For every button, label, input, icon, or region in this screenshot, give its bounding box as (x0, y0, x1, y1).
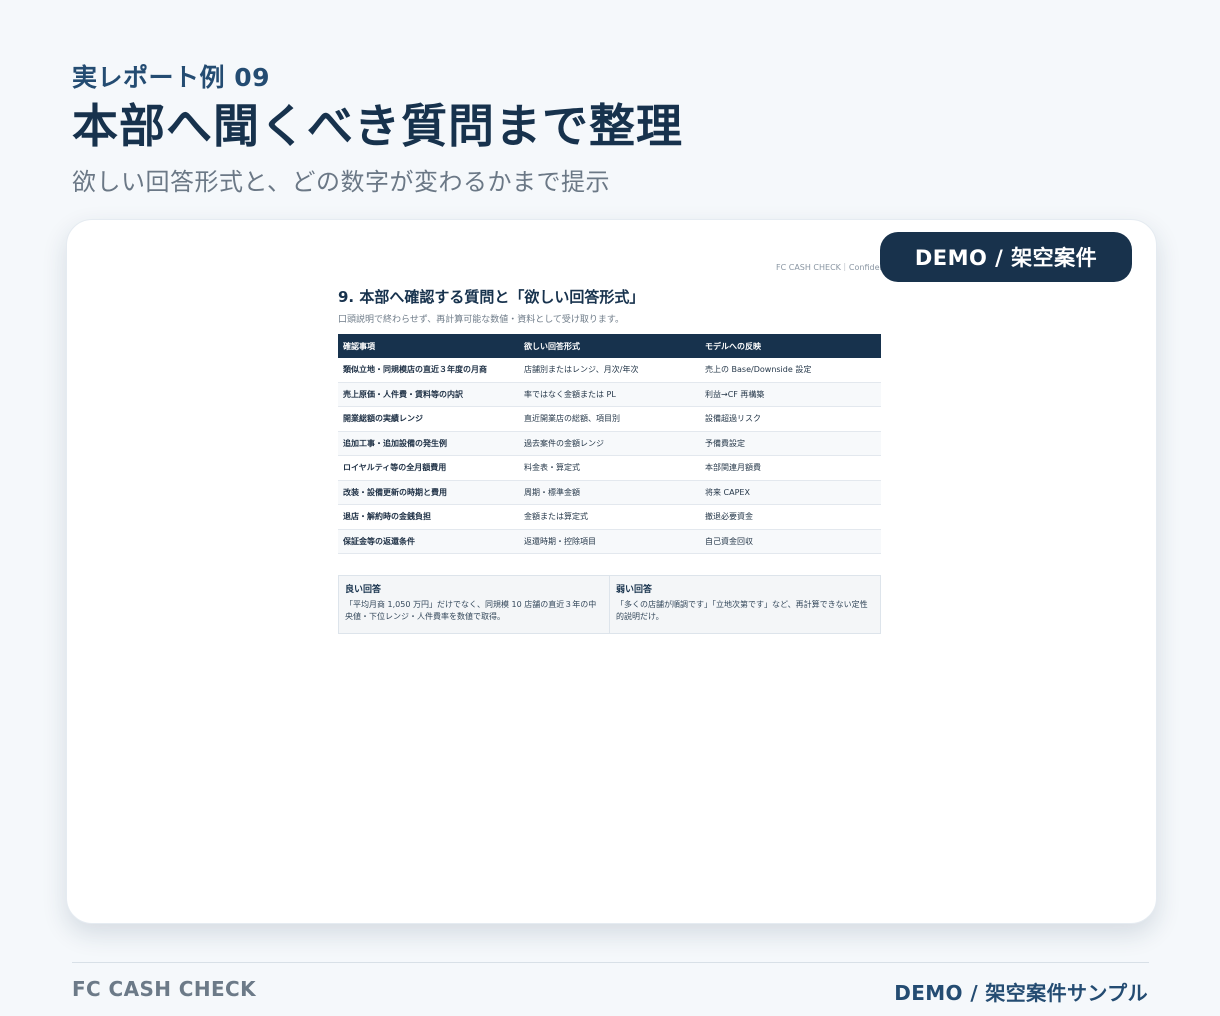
answer-format: 店舗別またはレンジ、月次/年次 (519, 358, 700, 383)
table-row: 退店・解約時の金銭負担 金額または算定式 撤退必要資金 (338, 504, 881, 530)
question-item: 開業総額の実績レンジ (338, 406, 519, 432)
model-reflection: 本部関連月額費 (700, 455, 881, 481)
question-item: ロイヤルティ等の全月額費用 (338, 455, 519, 481)
model-reflection: 撤退必要資金 (700, 504, 881, 530)
page-title: 本部へ聞くべき質問まで整理 (72, 99, 683, 153)
question-item: 追加工事・追加設備の発生例 (338, 431, 519, 456)
answer-format: 金額または算定式 (519, 504, 700, 530)
weak-answer-text: 「多くの店舗が順調です」「立地次第です」など、再計算できない定性的説明だけ。 (616, 600, 868, 622)
table-row: 類似立地・同規模店の直近３年度の月商 店舗別またはレンジ、月次/年次 売上の B… (338, 358, 881, 383)
column-header-reflection: モデルへの反映 (700, 334, 881, 358)
model-reflection: 自己資金回収 (700, 529, 881, 554)
answer-format: 返還時期・控除項目 (519, 529, 700, 554)
table-row: ロイヤルティ等の全月額費用 料金表・算定式 本部関連月額費 (338, 455, 881, 481)
footer-brand: FC CASH CHECK (72, 977, 257, 1001)
question-item: 売上原価・人件費・賃料等の内訳 (338, 382, 519, 407)
table-row: 保証金等の返還条件 返還時期・控除項目 自己資金回収 (338, 529, 881, 554)
answer-format: 過去案件の金額レンジ (519, 431, 700, 456)
model-reflection: 設備超過リスク (700, 406, 881, 432)
good-answer-text: 「平均月商 1,050 万円」だけでなく、同規模 10 店舗の直近３年の中央値・… (345, 600, 597, 622)
footer-divider (72, 962, 1149, 963)
column-header-item: 確認事項 (338, 334, 519, 358)
footer-demo-label: DEMO / 架空案件サンプル (894, 981, 1148, 1005)
model-reflection: 利益→CF 再構築 (700, 382, 881, 407)
answer-comparison-box: 良い回答 「平均月商 1,050 万円」だけでなく、同規模 10 店舗の直近３年… (338, 575, 881, 634)
answer-format: 率ではなく金額または PL (519, 382, 700, 407)
weak-answer-title: 弱い回答 (616, 585, 653, 595)
page-eyebrow: 実レポート例 09 (72, 63, 270, 92)
model-reflection: 将来 CAPEX (700, 480, 881, 505)
table-row: 改装・設備更新の時期と費用 周期・標準金額 将来 CAPEX (338, 480, 881, 505)
report-section-title: 9. 本部へ確認する質問と「欲しい回答形式」 (338, 288, 645, 306)
report-section-note: 口頭説明で終わらせず、再計算可能な数値・資料として受け取ります。 (338, 315, 625, 325)
table-row: 追加工事・追加設備の発生例 過去案件の金額レンジ 予備費設定 (338, 431, 881, 456)
answer-format: 直近開業店の総額、項目別 (519, 406, 700, 432)
answer-format: 周期・標準金額 (519, 480, 700, 505)
good-answer-title: 良い回答 (345, 585, 382, 595)
table-header-row: 確認事項 欲しい回答形式 モデルへの反映 (338, 334, 881, 358)
question-item: 保証金等の返還条件 (338, 529, 519, 554)
table-row: 開業総額の実績レンジ 直近開業店の総額、項目別 設備超過リスク (338, 406, 881, 432)
column-header-format: 欲しい回答形式 (519, 334, 700, 358)
model-reflection: 予備費設定 (700, 431, 881, 456)
weak-answer-panel: 弱い回答 「多くの店舗が順調です」「立地次第です」など、再計算できない定性的説明… (609, 576, 880, 633)
model-reflection: 売上の Base/Downside 設定 (700, 358, 881, 383)
demo-badge: DEMO / 架空案件 (880, 232, 1132, 282)
page-subtitle: 欲しい回答形式と、どの数字が変わるかまで提示 (72, 168, 611, 196)
question-item: 改装・設備更新の時期と費用 (338, 480, 519, 505)
question-item: 退店・解約時の金銭負担 (338, 504, 519, 530)
answer-format: 料金表・算定式 (519, 455, 700, 481)
report-header-label: FC CASH CHECK｜Confidential (776, 263, 896, 272)
good-answer-panel: 良い回答 「平均月商 1,050 万円」だけでなく、同規模 10 店舗の直近３年… (339, 576, 609, 633)
question-table: 確認事項 欲しい回答形式 モデルへの反映 類似立地・同規模店の直近３年度の月商 … (338, 334, 881, 554)
question-item: 類似立地・同規模店の直近３年度の月商 (338, 358, 519, 383)
table-row: 売上原価・人件費・賃料等の内訳 率ではなく金額または PL 利益→CF 再構築 (338, 382, 881, 407)
